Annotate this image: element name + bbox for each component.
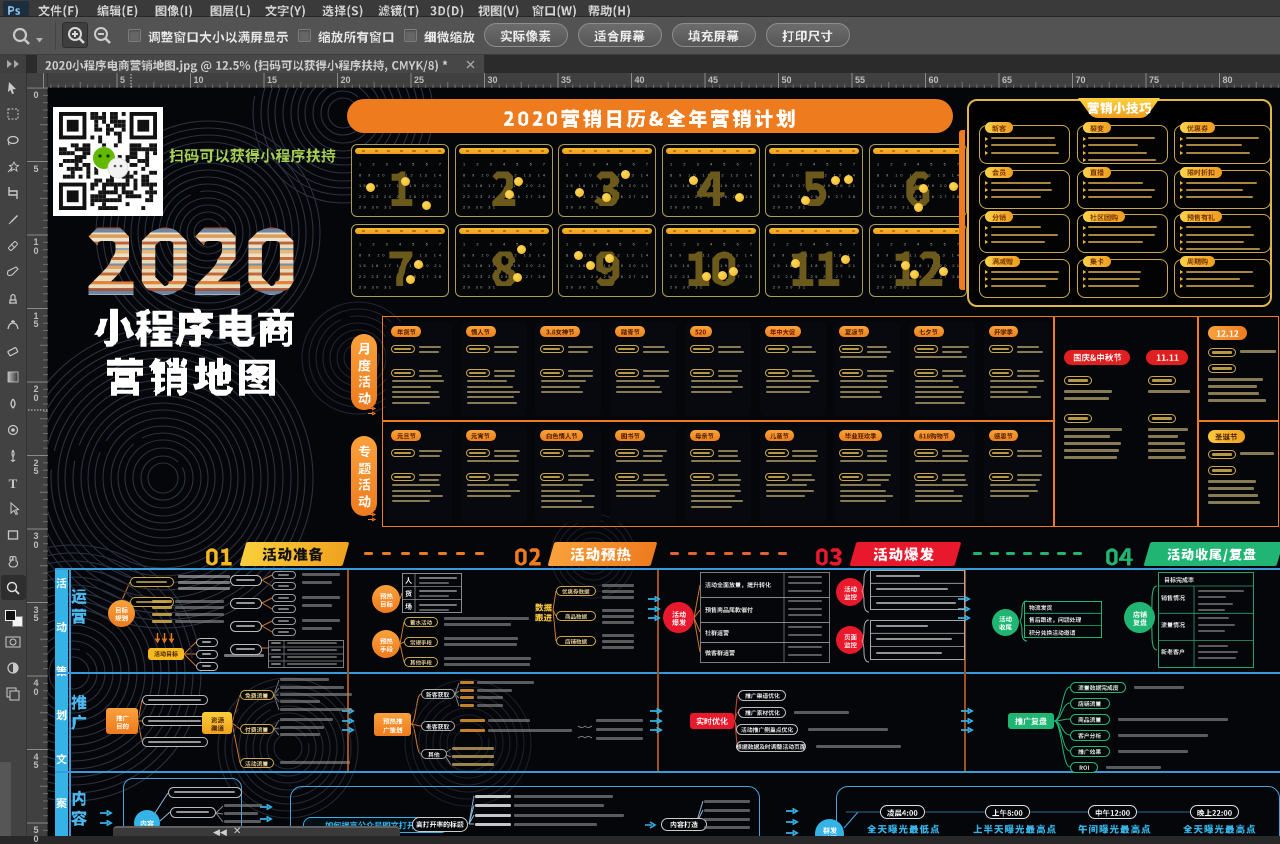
svg-text:T: T <box>9 476 18 491</box>
